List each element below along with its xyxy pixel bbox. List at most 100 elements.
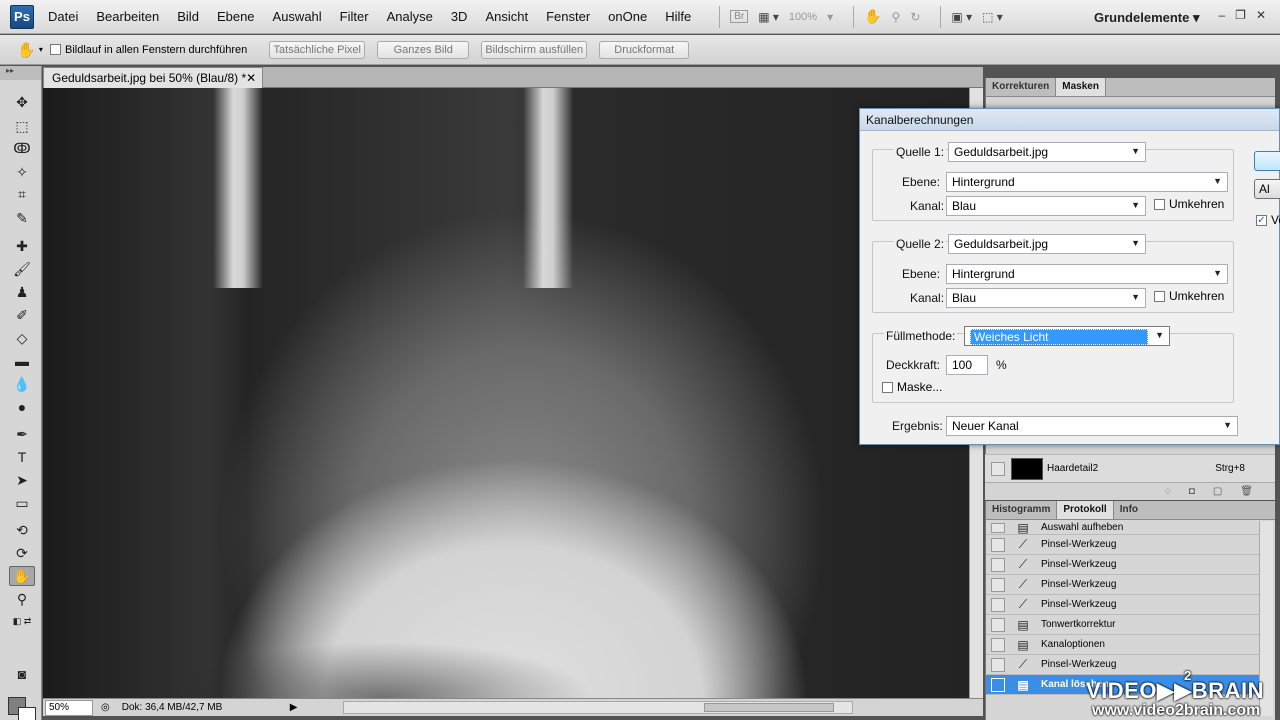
menu-bild[interactable]: Bild (177, 9, 199, 24)
cancel-button[interactable]: Al (1254, 179, 1280, 199)
history-brush-tool-icon[interactable]: ✐ (9, 305, 35, 325)
eraser-tool-icon[interactable]: ◇ (9, 328, 35, 348)
rotate-icon[interactable]: ↻ (910, 10, 920, 24)
snapshot-toggle[interactable] (991, 637, 1005, 652)
source1-invert-checkbox[interactable] (1154, 198, 1165, 210)
zoom-icon[interactable]: ⚲ (892, 10, 901, 24)
snapshot-toggle[interactable] (991, 677, 1005, 692)
source2-file-select[interactable]: Geduldsarbeit.jpg ▼ (948, 234, 1146, 254)
new-channel-icon[interactable]: ▢ (1213, 486, 1222, 497)
snapshot-toggle[interactable] (991, 657, 1005, 672)
history-item[interactable]: ⟋ Pinsel-Werkzeug (986, 575, 1259, 595)
horizontal-scrollbar[interactable] (343, 701, 853, 714)
load-selection-icon[interactable]: ◌ (1165, 486, 1171, 497)
close-icon[interactable]: ✕ (246, 71, 256, 85)
clone-stamp-tool-icon[interactable]: ♟ (9, 282, 35, 302)
mask-option[interactable]: Maske... (882, 380, 942, 394)
snapshot-toggle[interactable] (991, 537, 1005, 552)
shape-tool-icon[interactable]: ▭ (9, 493, 35, 513)
blur-tool-icon[interactable]: 💧 (9, 374, 35, 394)
print-size-button[interactable]: Druckformat (599, 40, 690, 59)
arrange-icon[interactable]: ▣ ▾ (951, 10, 972, 24)
history-item[interactable]: ▤ Tonwertkorrektur (986, 615, 1259, 635)
menu-onone[interactable]: onOne (608, 9, 647, 24)
menu-datei[interactable]: Datei (48, 9, 78, 24)
move-tool-icon[interactable]: ✥ (9, 92, 35, 112)
history-item[interactable]: ⟋ Pinsel-Werkzeug (986, 595, 1259, 615)
source1-file-select[interactable]: Geduldsarbeit.jpg ▼ (948, 142, 1146, 162)
zoom-dropdown-icon[interactable]: ▾ (827, 10, 833, 24)
screenmode-icon[interactable]: ⬚ ▾ (982, 10, 1003, 24)
ok-button[interactable] (1254, 151, 1280, 171)
preview-checkbox[interactable]: ✓ (1256, 214, 1267, 226)
lasso-tool-icon[interactable]: ↂ (9, 138, 35, 158)
restore-icon[interactable]: ❐ (1235, 8, 1246, 22)
source2-invert-option[interactable]: Umkehren (1154, 289, 1224, 303)
menu-3d[interactable]: 3D (451, 9, 468, 24)
source1-invert-option[interactable]: Umkehren (1154, 197, 1224, 211)
hand-icon[interactable]: ✋ (864, 8, 881, 25)
history-item[interactable]: ⟋ Pinsel-Werkzeug (986, 655, 1259, 675)
history-item[interactable]: ▤ Kanaloptionen (986, 635, 1259, 655)
default-colors-icon[interactable]: ◧ ⇄ (9, 611, 35, 631)
dodge-tool-icon[interactable]: ● (9, 397, 35, 417)
snapshot-toggle[interactable] (991, 597, 1005, 612)
tool-preset-picker[interactable]: ✋ ▾ (10, 41, 50, 59)
tab-protokoll[interactable]: Protokoll (1056, 501, 1114, 519)
menu-analyse[interactable]: Analyse (387, 9, 433, 24)
image-canvas[interactable] (43, 88, 969, 698)
menu-fenster[interactable]: Fenster (546, 9, 590, 24)
gradient-tool-icon[interactable]: ▬ (9, 351, 35, 371)
3d-orbit-tool-icon[interactable]: ⟳ (9, 543, 35, 563)
horizontal-scroll-thumb[interactable] (704, 703, 834, 712)
trash-icon[interactable]: 🗑 (1240, 486, 1253, 497)
marquee-tool-icon[interactable]: ⬚ (9, 116, 35, 136)
tab-korrekturen[interactable]: Korrekturen (986, 78, 1055, 96)
3d-rotate-tool-icon[interactable]: ⟲ (9, 520, 35, 540)
toolbox-header[interactable]: ▸▸ (0, 66, 41, 80)
minibridge-icon[interactable]: ▦ ▾ (758, 10, 779, 24)
source1-layer-select[interactable]: Hintergrund ▼ (946, 172, 1228, 192)
actual-pixels-button[interactable]: Tatsächliche Pixel (269, 40, 366, 59)
brush-tool-icon[interactable]: 🖌 (9, 259, 35, 279)
pen-tool-icon[interactable]: ✒ (9, 424, 35, 444)
snapshot-toggle[interactable] (991, 557, 1005, 572)
document-tab[interactable]: Geduldsarbeit.jpg bei 50% (Blau/8) * ✕ (43, 67, 263, 88)
background-color-swatch[interactable] (18, 707, 36, 720)
menu-auswahl[interactable]: Auswahl (273, 9, 322, 24)
path-selection-tool-icon[interactable]: ➤ (9, 470, 35, 490)
zoom-level[interactable]: 100% (789, 11, 817, 23)
fit-screen-button[interactable]: Ganzes Bild (377, 40, 470, 59)
quick-mask-icon[interactable]: ◙ (9, 664, 35, 684)
blend-mode-select[interactable]: Weiches Licht ▼ (964, 326, 1170, 346)
menu-ebene[interactable]: Ebene (217, 9, 255, 24)
crop-tool-icon[interactable]: ⌗ (9, 184, 35, 204)
status-info-icon[interactable]: ◎ (101, 702, 110, 713)
source2-invert-checkbox[interactable] (1154, 290, 1165, 302)
workspace-switcher[interactable]: Grundelemente ▾ (1094, 10, 1200, 26)
menu-ansicht[interactable]: Ansicht (485, 9, 528, 24)
snapshot-toggle[interactable] (991, 522, 1005, 533)
scroll-all-windows-option[interactable]: Bildlauf in allen Fenstern durchführen (50, 44, 247, 56)
status-zoom-input[interactable]: 50% (45, 699, 93, 716)
visibility-toggle[interactable] (991, 461, 1005, 476)
magic-wand-tool-icon[interactable]: ✧ (9, 162, 35, 182)
tab-info[interactable]: Info (1114, 501, 1144, 519)
source2-channel-select[interactable]: Blau ▼ (946, 288, 1146, 308)
save-selection-icon[interactable]: ◘ (1189, 486, 1195, 497)
tab-masken[interactable]: Masken (1055, 78, 1106, 96)
tab-histogramm[interactable]: Histogramm (986, 501, 1056, 519)
menu-hilfe[interactable]: Hilfe (665, 9, 691, 24)
snapshot-toggle[interactable] (991, 577, 1005, 592)
hand-tool-icon[interactable]: ✋ (9, 566, 35, 586)
bridge-icon[interactable]: Br (730, 10, 749, 23)
type-tool-icon[interactable]: T (9, 447, 35, 467)
history-item[interactable]: ⟋ Pinsel-Werkzeug (986, 555, 1259, 575)
result-select[interactable]: Neuer Kanal ▼ (946, 416, 1238, 436)
scroll-all-windows-checkbox[interactable] (50, 44, 61, 55)
menu-bearbeiten[interactable]: Bearbeiten (96, 9, 159, 24)
healing-brush-tool-icon[interactable]: ✚ (9, 236, 35, 256)
source2-layer-select[interactable]: Hintergrund ▼ (946, 264, 1228, 284)
close-icon[interactable]: ✕ (1256, 8, 1266, 22)
status-arrow-icon[interactable]: ▶ (290, 702, 298, 713)
